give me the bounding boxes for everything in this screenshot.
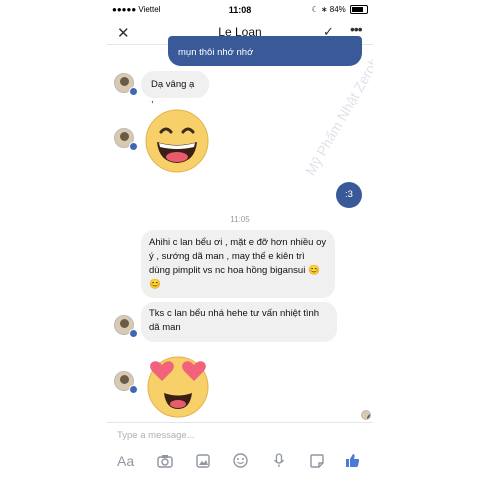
incoming-message[interactable]: Ahihi c lan bểu ơi , mặt e đỡ hơn nhiều … <box>141 230 335 298</box>
like-icon[interactable] <box>345 453 360 468</box>
battery-icon <box>350 5 368 15</box>
heart-eyes-emoji-icon <box>147 356 209 418</box>
laughing-emoji-icon <box>145 109 209 173</box>
message-text: mụn thôi nhớ nhớ <box>178 47 254 58</box>
bluetooth-icon: ∗ <box>320 5 328 14</box>
microphone-icon[interactable] <box>273 453 285 468</box>
incoming-message[interactable]: Tks c lan bểu nhá hehe tư vấn nhiệt tình… <box>141 302 337 342</box>
composer-bar: Type a message... Aa <box>107 422 373 480</box>
messenger-badge-icon <box>129 142 138 151</box>
message-timestamp: 11:05 <box>230 215 250 224</box>
outgoing-message[interactable]: :3 <box>336 182 362 208</box>
messenger-badge-icon <box>129 329 138 338</box>
message-text: Ahihi c lan bểu ơi , mặt e đỡ hơn nhiều … <box>149 237 327 290</box>
messenger-badge-icon <box>129 87 138 96</box>
status-bar: ●●●●● Viettel 11:08 ☾ ∗ 84% <box>107 0 373 20</box>
moon-icon: ☾ <box>311 5 319 14</box>
messenger-badge-icon <box>129 385 138 394</box>
incoming-message[interactable]: Dạ vâng ạ , <box>141 71 209 105</box>
image-icon[interactable] <box>196 454 210 468</box>
sticker-icon[interactable] <box>310 454 324 468</box>
camera-icon[interactable] <box>157 454 173 468</box>
message-text: Dạ vâng ạ , <box>151 79 195 105</box>
battery-percent: 84% <box>329 5 346 14</box>
emoji-icon[interactable] <box>233 453 248 468</box>
outgoing-message[interactable]: mụn thôi nhớ nhớ <box>168 36 362 66</box>
battery-status: ☾ ∗ 84% <box>311 5 368 15</box>
message-input[interactable]: Type a message... <box>117 430 195 441</box>
message-text: :3 <box>345 189 353 200</box>
message-text: Tks c lan bểu nhá hehe tư vấn nhiệt tình… <box>149 308 320 333</box>
seen-avatar <box>361 410 371 420</box>
more-options-icon[interactable]: ••• <box>350 21 363 37</box>
messenger-screen: ●●●●● Viettel 11:08 ☾ ∗ 84% ✕ Le Loan ✓ … <box>107 0 373 480</box>
text-format-button[interactable]: Aa <box>117 453 134 469</box>
